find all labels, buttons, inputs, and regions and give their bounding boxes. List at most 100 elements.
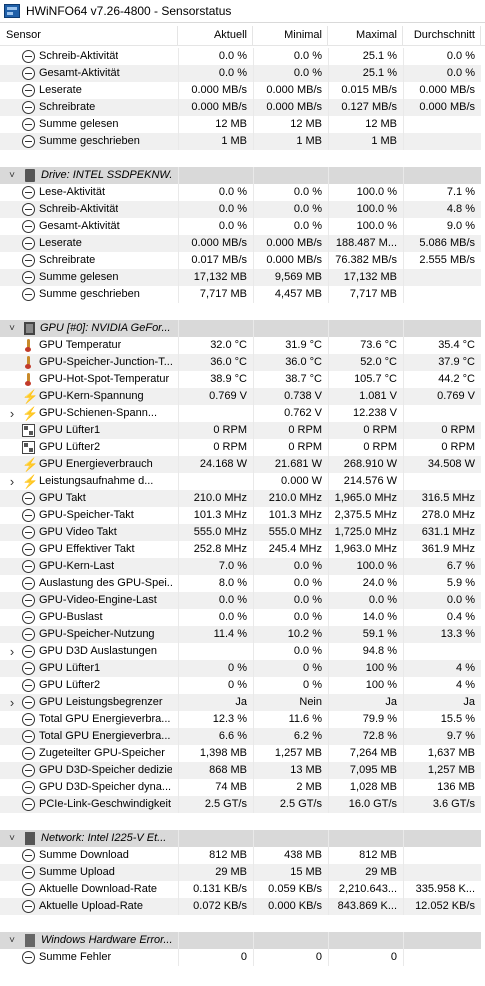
sensor-row[interactable]: Aktuelle Upload-Rate 0.072 KB/s 0.000 KB/s… xyxy=(0,898,481,915)
value-current: 12 MB xyxy=(178,116,253,133)
clock-icon xyxy=(22,560,35,573)
value-minimum: 11.6 % xyxy=(253,711,328,728)
expand-chevron-icon[interactable]: › xyxy=(6,405,18,422)
clock-icon xyxy=(22,951,35,964)
sensor-name-cell: ˅ Network: Intel I225-V Et... xyxy=(0,830,178,847)
sensor-label: GPU-Speicher-Junction-T... xyxy=(39,356,172,368)
sensor-row[interactable]: Schreibrate 0.000 MB/s 0.000 MB/s 0.127 MB/… xyxy=(0,99,481,116)
sensor-row[interactable]: PCIe-Link-Geschwindigkeit 2.5 GT/s 2.5 GT/… xyxy=(0,796,481,813)
sensor-row[interactable]: GPU D3D-Speicher dediziert 868 MB 13 MB 7,0… xyxy=(0,762,481,779)
collapse-chevron-icon[interactable]: ˅ xyxy=(6,320,18,337)
value-current: 0.072 KB/s xyxy=(178,898,253,915)
value-minimum: 0.000 MB/s xyxy=(253,82,328,99)
sensor-row[interactable]: Lese-Aktivität 0.0 % 0.0 % 100.0 % 7.1 % xyxy=(0,184,481,201)
clock-icon xyxy=(22,135,35,148)
collapse-chevron-icon[interactable]: ˅ xyxy=(6,167,18,184)
sensor-name-cell: GPU Lüfter1 xyxy=(0,422,178,439)
value-maximum: 29 MB xyxy=(328,864,403,881)
expand-chevron-icon[interactable]: › xyxy=(6,694,18,711)
sensor-row[interactable]: GPU Temperatur 32.0 °C 31.9 °C 73.6 °C 35.4 … xyxy=(0,337,481,354)
column-header-maximal[interactable]: Maximal xyxy=(328,26,403,45)
sensor-row[interactable]: ⚡ GPU-Kern-Spannung 0.769 V 0.738 V 1.081 V0… xyxy=(0,388,481,405)
sensor-name-cell: GPU D3D-Speicher dediziert xyxy=(0,762,178,779)
sensor-row[interactable]: Summe geschrieben 7,717 MB 4,457 MB 7,717 M… xyxy=(0,286,481,303)
sensor-row[interactable]: Auslastung des GPU-Spei... 8.0 % 0.0 % 24.0… xyxy=(0,575,481,592)
sensor-label: GPU-Video-Engine-Last xyxy=(39,594,157,606)
value-maximum: 1,963.0 MHz xyxy=(328,541,403,558)
expand-chevron-icon[interactable]: › xyxy=(6,643,18,660)
sensor-name-cell: GPU Lüfter1 xyxy=(0,660,178,677)
column-header-aktuell[interactable]: Aktuell xyxy=(178,26,253,45)
value-current: 0 RPM xyxy=(178,439,253,456)
sensor-row[interactable]: GPU Lüfter2 0 RPM 0 RPM 0 RPM 0 RPM xyxy=(0,439,481,456)
value-minimum: 6.2 % xyxy=(253,728,328,745)
sensor-row[interactable]: GPU-Speicher-Junction-T... 36.0 °C 36.0 °C… xyxy=(0,354,481,371)
sensor-table: Schreib-Aktivität 0.0 % 0.0 % 25.1 % 0.0 % Ge… xyxy=(0,48,481,966)
sensor-name-cell: Leserate xyxy=(0,82,178,99)
sensor-row[interactable]: › GPU Leistungsbegrenzer Ja Nein Ja Ja xyxy=(0,694,481,711)
sensor-row[interactable]: GPU-Hot-Spot-Temperatur 38.9 °C 38.7 °C 105… xyxy=(0,371,481,388)
sensor-row[interactable]: GPU Lüfter1 0 RPM 0 RPM 0 RPM 0 RPM xyxy=(0,422,481,439)
value-average: 316.5 MHz xyxy=(403,490,481,507)
sensor-row[interactable]: Summe Upload 29 MB 15 MB 29 MB xyxy=(0,864,481,881)
column-header-sensor[interactable]: Sensor xyxy=(0,26,178,45)
sensor-row[interactable]: GPU Lüfter1 0 % 0 % 100 % 4 % xyxy=(0,660,481,677)
expand-chevron-icon[interactable]: › xyxy=(6,473,18,490)
sensor-row[interactable]: GPU D3D-Speicher dyna... 74 MB 2 MB 1,028 M… xyxy=(0,779,481,796)
sensor-row[interactable]: Summe Fehler 0 0 0 xyxy=(0,949,481,966)
sensor-group-header[interactable]: ˅ Windows Hardware Error... xyxy=(0,932,481,949)
sensor-name-cell: Summe geschrieben xyxy=(0,133,178,150)
fan-icon xyxy=(22,424,35,437)
value-average: 0.0 % xyxy=(403,65,481,82)
sensor-row[interactable]: GPU-Kern-Last 7.0 % 0.0 % 100.0 % 6.7 % xyxy=(0,558,481,575)
value-minimum: 0.059 KB/s xyxy=(253,881,328,898)
value-minimum: 555.0 MHz xyxy=(253,524,328,541)
collapse-chevron-icon[interactable]: ˅ xyxy=(6,932,18,949)
sensor-row[interactable]: ⚡ GPU Energieverbrauch 24.168 W 21.681 W 268… xyxy=(0,456,481,473)
sensor-row[interactable]: GPU Video Takt 555.0 MHz 555.0 MHz 1,725.0 … xyxy=(0,524,481,541)
sensor-row[interactable]: GPU-Buslast 0.0 % 0.0 % 14.0 % 0.4 % xyxy=(0,609,481,626)
value-minimum: 0 xyxy=(253,949,328,966)
sensor-row[interactable]: Leserate 0.000 MB/s 0.000 MB/s 188.487 M...… xyxy=(0,235,481,252)
sensor-row[interactable]: Aktuelle Download-Rate 0.131 KB/s 0.059 KB… xyxy=(0,881,481,898)
sensor-row[interactable]: Summe gelesen 17,132 MB 9,569 MB 17,132 MB xyxy=(0,269,481,286)
sensor-row[interactable]: Leserate 0.000 MB/s 0.000 MB/s 0.015 MB/s 0.… xyxy=(0,82,481,99)
sensor-row[interactable]: Schreib-Aktivität 0.0 % 0.0 % 25.1 % 0.0 % xyxy=(0,48,481,65)
sensor-row[interactable]: Summe gelesen 12 MB 12 MB 12 MB xyxy=(0,116,481,133)
value-maximum: 12 MB xyxy=(328,116,403,133)
sensor-label: GPU Lüfter2 xyxy=(39,679,101,691)
sensor-row[interactable]: Summe geschrieben 1 MB 1 MB 1 MB xyxy=(0,133,481,150)
sensor-row[interactable]: Gesamt-Aktivität 0.0 % 0.0 % 25.1 % 0.0 % xyxy=(0,65,481,82)
sensor-row[interactable]: › ⚡ GPU-Schienen-Spann... 0.762 V 12.238 V xyxy=(0,405,481,422)
sensor-row[interactable]: GPU-Speicher-Takt 101.3 MHz 101.3 MHz 2,375… xyxy=(0,507,481,524)
sensor-row[interactable]: Schreib-Aktivität 0.0 % 0.0 % 100.0 % 4.8 % xyxy=(0,201,481,218)
sensor-row[interactable]: GPU Effektiver Takt 252.8 MHz 245.4 MHz 1,9… xyxy=(0,541,481,558)
sensor-row[interactable]: GPU-Video-Engine-Last 0.0 % 0.0 % 0.0 % 0.0 … xyxy=(0,592,481,609)
sensor-row[interactable]: Total GPU Energieverbra... 6.6 % 6.2 % 72.8… xyxy=(0,728,481,745)
sensor-row[interactable]: Zugeteilter GPU-Speicher 1,398 MB 1,257 MB… xyxy=(0,745,481,762)
sensor-label: GPU Effektiver Takt xyxy=(39,543,135,555)
group-empty-cell xyxy=(253,167,328,184)
sensor-group-header[interactable]: ˅ Network: Intel I225-V Et... xyxy=(0,830,481,847)
sensor-group-header[interactable]: ˅ GPU [#0]: NVIDIA GeFor... xyxy=(0,320,481,337)
collapse-chevron-icon[interactable]: ˅ xyxy=(6,830,18,847)
sensor-row[interactable]: GPU Lüfter2 0 % 0 % 100 % 4 % xyxy=(0,677,481,694)
sensor-row[interactable]: Gesamt-Aktivität 0.0 % 0.0 % 100.0 % 9.0 % xyxy=(0,218,481,235)
column-header-durchschnitt[interactable]: Durchschnitt xyxy=(403,26,481,45)
sensor-row[interactable]: Schreibrate 0.017 MB/s 0.000 MB/s 76.382 MB… xyxy=(0,252,481,269)
sensor-row[interactable]: GPU-Speicher-Nutzung 11.4 % 10.2 % 59.1 % 13… xyxy=(0,626,481,643)
sensor-row[interactable]: Summe Download 812 MB 438 MB 812 MB xyxy=(0,847,481,864)
sensor-group-header[interactable]: ˅ Drive: INTEL SSDPEKNW... xyxy=(0,167,481,184)
sensor-row[interactable]: Total GPU Energieverbra... 12.3 % 11.6 % 79… xyxy=(0,711,481,728)
value-average xyxy=(403,286,481,303)
sensor-row[interactable]: › ⚡ Leistungsaufnahme d... 0.000 W 214.576 W xyxy=(0,473,481,490)
value-average xyxy=(403,864,481,881)
bolt-icon: ⚡ xyxy=(22,457,39,472)
sensor-row[interactable]: › GPU D3D Auslastungen 0.0 % 94.8 % xyxy=(0,643,481,660)
sensor-row[interactable]: GPU Takt 210.0 MHz 210.0 MHz 1,965.0 MHz 316… xyxy=(0,490,481,507)
column-header-minimal[interactable]: Minimal xyxy=(253,26,328,45)
